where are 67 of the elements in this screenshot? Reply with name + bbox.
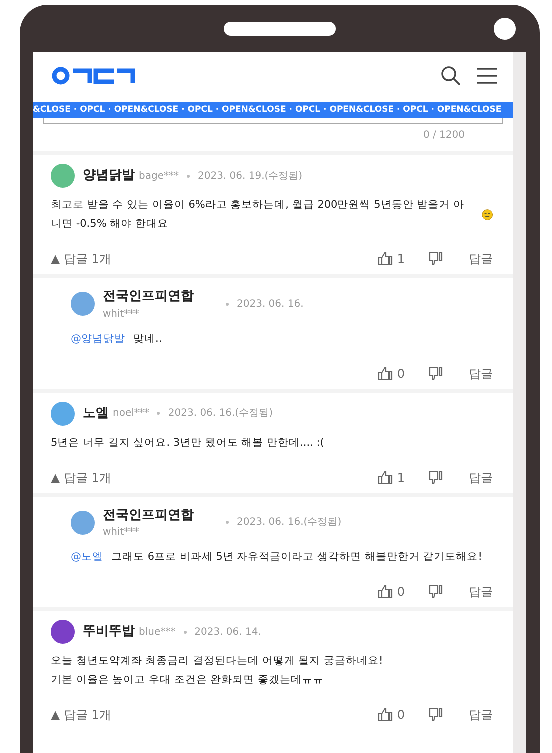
author-name: 뚜비뚜밥 [83,623,135,642]
like-button[interactable]: 1 [378,468,405,486]
dislike-button[interactable] [429,585,445,599]
separator-dot [186,174,190,178]
like-button[interactable]: 0 [378,364,405,382]
like-count: 1 [397,251,405,268]
author-name: 양념닭발 [83,167,135,186]
camera-dot [494,18,516,40]
author-name: 전국인프피연합 [103,506,194,524]
user-id: whit*** [103,526,140,540]
comment-date: 2023. 06. 19.(수정됨) [198,170,303,184]
character-counter: 0 / 1200 [423,129,465,143]
replies-toggle[interactable]: ▲ 답글 1개 [51,250,112,268]
mention-link[interactable]: @양념닭발 [71,330,126,348]
dislike-button[interactable] [429,470,445,484]
mention-link[interactable]: @노엘 [71,548,104,567]
comment-text: 맞네.. [134,332,162,346]
user-id: blue*** [139,626,176,640]
separator-dot [226,521,229,524]
comment-date: 2023. 06. 16.(수정됨) [168,407,273,421]
comment-text: 오늘 청년도약계좌 최종금리 결정된다는데 어떻게 될지 궁금하네요! 기본 이율은 높이고 우대 조건은 완화되면 좋겠는데ㅠㅠ [51,654,384,688]
dislike-button[interactable] [429,252,445,266]
author-name: 전국인프피연합 [103,288,194,306]
like-button[interactable]: 0 [378,583,405,601]
comment-date: 2023. 06. 16.(수정됨) [237,516,342,530]
thumbs-down-icon [429,252,445,266]
dislike-button[interactable] [429,708,445,722]
separator-dot [226,302,229,306]
thumbs-up-icon [378,470,394,484]
thumbs-down-icon [429,470,445,484]
replies-toggle[interactable]: ▲ 답글 1개 [51,468,112,486]
author-name: 노엘 [83,404,109,423]
like-button[interactable]: 1 [378,250,405,268]
replies-toggle[interactable]: ▲ 답글 1개 [51,706,112,724]
ticker-banner: &CLOSE · OPCL · OPEN&CLOSE · OPCL · OPEN&CLOSE · OPCL · OPEN&CLOSE · OPCL · OPEN&CLOSE [33,102,513,118]
thumbs-down-icon [429,585,445,599]
thumbs-down-icon [429,708,445,722]
reply-button[interactable]: 답글 [469,706,493,724]
like-button[interactable]: 0 [378,706,405,724]
thumbs-up-icon [378,708,394,722]
logo-icon[interactable] [51,67,135,85]
separator-dot [157,412,160,415]
like-count: 0 [397,584,405,601]
user-id: noel*** [113,407,150,421]
reply-button[interactable]: 답글 [469,583,493,601]
comment-text: 최고로 받을 수 있는 이율이 6%라고 홍보하는데, 월급 200만원씩 5년동안 받을거 아니면 -0.5% 해야 한대요 [51,198,466,232]
menu-icon[interactable] [477,67,497,85]
dislike-button[interactable] [429,366,445,380]
like-count: 1 [397,470,405,486]
user-id: whit*** [103,308,140,322]
search-icon[interactable] [441,66,461,86]
comment-input-field[interactable] [43,118,503,124]
like-count: 0 [397,707,405,724]
comment-date: 2023. 06. 16. [237,298,304,312]
comment-text: 그래도 6프로 비과세 5년 자유적금이라고 생각하면 해볼만한거 같기도해요! [112,550,482,565]
thumbs-up-icon [378,252,394,266]
thumbs-up-icon [378,366,394,380]
comment-date: 2023. 06. 14. [194,626,262,640]
reply-button[interactable]: 답글 [469,468,493,486]
reply-button[interactable]: 답글 [469,250,493,268]
thumbs-up-icon [378,585,394,599]
thumbs-down-icon [429,366,445,380]
user-id: bage*** [139,170,179,184]
separator-dot [184,630,187,634]
reply-button[interactable]: 답글 [469,364,493,382]
comment-text: 5년은 너무 길지 싶어요. 3년만 됐어도 해볼 만한데.... :( [51,436,324,450]
like-count: 0 [397,366,405,382]
